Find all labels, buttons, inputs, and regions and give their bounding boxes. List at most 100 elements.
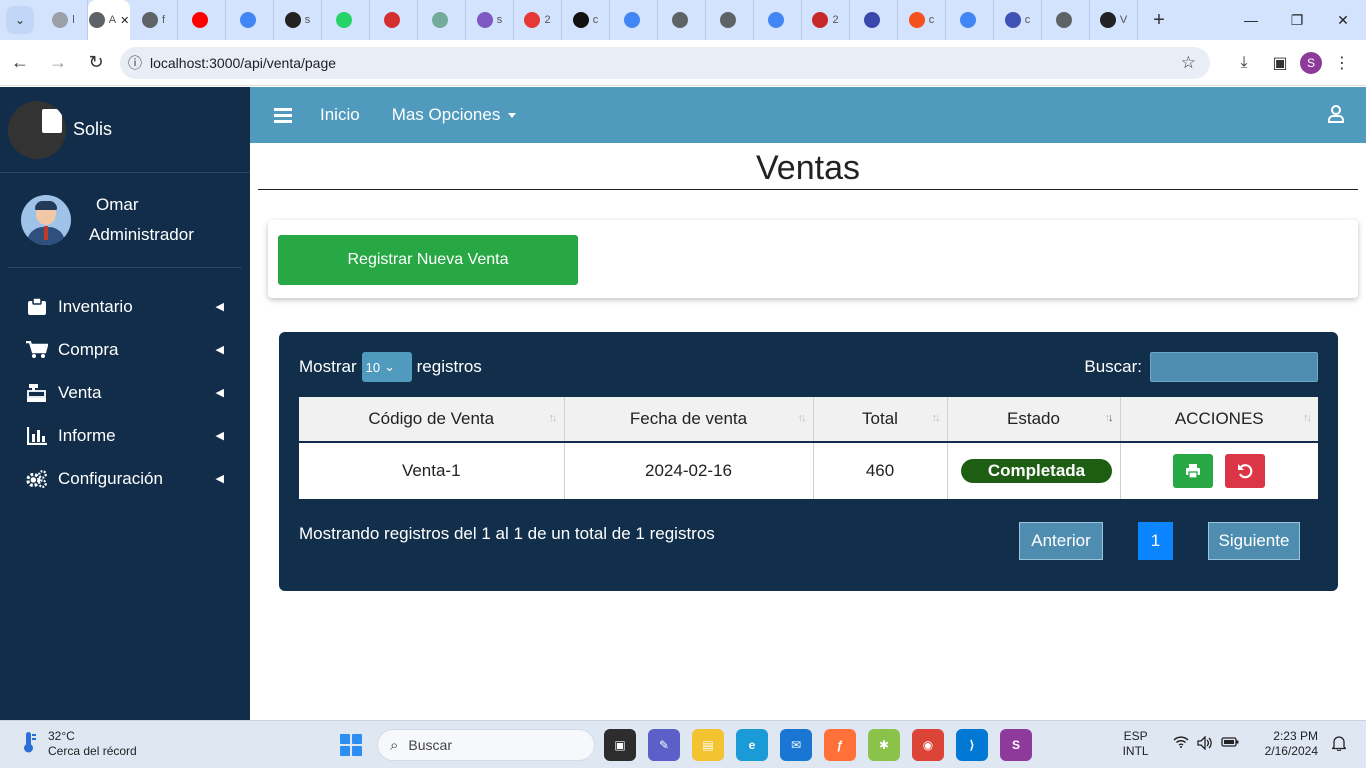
browser-tab[interactable]: V bbox=[1090, 0, 1138, 40]
bookmark-star-icon[interactable]: ☆ bbox=[1181, 53, 1196, 73]
column-header-codigo[interactable]: Código de Venta ↑↓ bbox=[299, 397, 565, 443]
tab-favicon-icon bbox=[767, 12, 784, 28]
chevron-left-icon: ◀ bbox=[215, 301, 224, 313]
taskbar-search-placeholder: Buscar bbox=[408, 737, 452, 753]
address-bar[interactable]: ⓘ localhost:3000/api/venta/page ☆ bbox=[120, 47, 1210, 79]
browser-tab[interactable]: c bbox=[562, 0, 610, 40]
pagination-prev-button[interactable]: Anterior bbox=[1019, 522, 1103, 560]
profile-avatar[interactable]: S bbox=[1300, 52, 1322, 74]
tab-search-button[interactable]: ⌄ bbox=[6, 6, 34, 34]
column-header-estado[interactable]: Estado ↑↓ bbox=[947, 397, 1121, 443]
tab-label: A bbox=[108, 14, 117, 26]
pagination-next-button[interactable]: Siguiente bbox=[1208, 522, 1300, 560]
sidebar-item-compra[interactable]: Compra ◀ bbox=[0, 328, 250, 371]
pagination-page-1[interactable]: 1 bbox=[1138, 522, 1173, 560]
site-info-icon[interactable]: ⓘ bbox=[120, 53, 150, 73]
browser-tab[interactable]: s bbox=[274, 0, 322, 40]
sidebar-item-venta[interactable]: Venta ◀ bbox=[0, 371, 250, 414]
browser-tab[interactable] bbox=[658, 0, 706, 40]
taskbar-apps: ▣ ✎ ▤ e ✉ ƒ ✱ ◉ ⟩ S bbox=[604, 729, 1032, 761]
tab-close-icon[interactable]: ✕ bbox=[120, 14, 129, 27]
browser-tab[interactable]: A ✕ bbox=[88, 0, 130, 40]
browser-tab[interactable] bbox=[706, 0, 754, 40]
side-panel-icon[interactable]: ▣ bbox=[1264, 45, 1296, 81]
tab-label: V bbox=[1119, 14, 1128, 26]
tab-strip: l A ✕ f s s 2 c 2 c c V bbox=[40, 0, 1138, 40]
register-new-sale-button[interactable]: Registrar Nueva Venta bbox=[278, 235, 578, 285]
chrome-icon[interactable]: ◉ bbox=[912, 729, 944, 761]
download-icon[interactable]: ⤓ bbox=[1228, 45, 1260, 81]
language-indicator[interactable]: ESP INTL bbox=[1123, 729, 1149, 759]
browser-tab[interactable] bbox=[418, 0, 466, 40]
weather-temp: 32°C bbox=[48, 729, 75, 743]
browser-tab[interactable] bbox=[322, 0, 370, 40]
browser-tab[interactable]: f bbox=[130, 0, 178, 40]
sidebar-item-configuracion[interactable]: Configuración ◀ bbox=[0, 457, 250, 500]
browser-tab[interactable] bbox=[946, 0, 994, 40]
firefox-icon[interactable]: ƒ bbox=[824, 729, 856, 761]
browser-tab[interactable]: c bbox=[898, 0, 946, 40]
browser-tab[interactable] bbox=[370, 0, 418, 40]
browser-tab[interactable] bbox=[226, 0, 274, 40]
url-text[interactable]: localhost:3000/api/venta/page bbox=[150, 55, 336, 71]
length-select[interactable]: 10 ⌄ bbox=[361, 352, 412, 382]
browser-tab[interactable]: 2 bbox=[802, 0, 850, 40]
browser-tab[interactable] bbox=[754, 0, 802, 40]
new-tab-button[interactable]: + bbox=[1144, 5, 1174, 35]
browser-tab[interactable]: s bbox=[466, 0, 514, 40]
clock[interactable]: 2:23 PM 2/16/2024 bbox=[1265, 729, 1318, 759]
tab-favicon-icon bbox=[671, 12, 688, 28]
close-window-button[interactable]: ✕ bbox=[1320, 0, 1366, 40]
status-badge: Completada bbox=[961, 459, 1112, 483]
mail-icon[interactable]: ✉ bbox=[780, 729, 812, 761]
browser-tab[interactable] bbox=[178, 0, 226, 40]
taskbar-search[interactable]: ⌕ Buscar bbox=[377, 729, 595, 761]
user-icon[interactable] bbox=[1328, 105, 1344, 128]
back-button[interactable]: ← bbox=[2, 45, 38, 81]
print-button[interactable] bbox=[1173, 454, 1214, 488]
minimize-button[interactable]: — bbox=[1228, 0, 1274, 40]
browser-tab[interactable] bbox=[850, 0, 898, 40]
sidebar-item-informe[interactable]: Informe ◀ bbox=[0, 414, 250, 457]
nav-inicio[interactable]: Inicio bbox=[320, 105, 360, 125]
forward-button[interactable]: → bbox=[40, 45, 76, 81]
shopping-cart-icon bbox=[26, 340, 48, 359]
sidebar-item-inventario[interactable]: Inventario ◀ bbox=[0, 285, 250, 328]
wifi-icon[interactable] bbox=[1173, 735, 1189, 753]
edge-icon[interactable]: e bbox=[736, 729, 768, 761]
battery-icon[interactable] bbox=[1220, 736, 1239, 753]
chrome-profile-icon[interactable]: S bbox=[1000, 729, 1032, 761]
windows-start-icon[interactable] bbox=[340, 734, 362, 756]
tab-favicon-icon bbox=[959, 12, 976, 28]
notification-bell-icon[interactable] bbox=[1330, 735, 1348, 754]
sort-icon: ↑↓ bbox=[931, 412, 941, 424]
sort-icon: ↑↓ bbox=[548, 412, 558, 424]
weather-widget[interactable]: 32°C Cerca del récord bbox=[20, 729, 137, 759]
brand[interactable]: Solis bbox=[0, 87, 250, 173]
vscode-icon[interactable]: ⟩ bbox=[956, 729, 988, 761]
browser-tab[interactable] bbox=[1042, 0, 1090, 40]
user-role: Administrador bbox=[89, 225, 194, 244]
browser-tab[interactable]: l bbox=[40, 0, 88, 40]
nav-mas-opciones-label: Mas Opciones bbox=[391, 105, 501, 124]
browser-tab[interactable] bbox=[610, 0, 658, 40]
task-view-icon[interactable]: ▣ bbox=[604, 729, 636, 761]
reload-button[interactable]: ↻ bbox=[78, 45, 114, 81]
search-input[interactable] bbox=[1150, 352, 1318, 382]
browser-tab[interactable]: c bbox=[994, 0, 1042, 40]
hamburger-menu-icon[interactable] bbox=[274, 107, 292, 123]
column-header-fecha[interactable]: Fecha de venta ↑↓ bbox=[564, 397, 814, 443]
maximize-button[interactable]: ❐ bbox=[1274, 0, 1320, 40]
browser-menu-icon[interactable]: ⋮ bbox=[1326, 45, 1358, 81]
file-explorer-icon[interactable]: ▤ bbox=[692, 729, 724, 761]
undo-icon bbox=[1238, 464, 1253, 479]
volume-icon[interactable] bbox=[1196, 734, 1213, 753]
chat-icon[interactable]: ✎ bbox=[648, 729, 680, 761]
nav-mas-opciones[interactable]: Mas Opciones bbox=[392, 105, 517, 125]
tool-app-icon[interactable]: ✱ bbox=[868, 729, 900, 761]
column-header-acciones[interactable]: ACCIONES ↑↓ bbox=[1120, 397, 1318, 443]
tab-label: l bbox=[72, 14, 75, 26]
column-header-total[interactable]: Total ↑↓ bbox=[813, 397, 948, 443]
browser-tab[interactable]: 2 bbox=[514, 0, 562, 40]
revert-button[interactable] bbox=[1225, 454, 1266, 488]
